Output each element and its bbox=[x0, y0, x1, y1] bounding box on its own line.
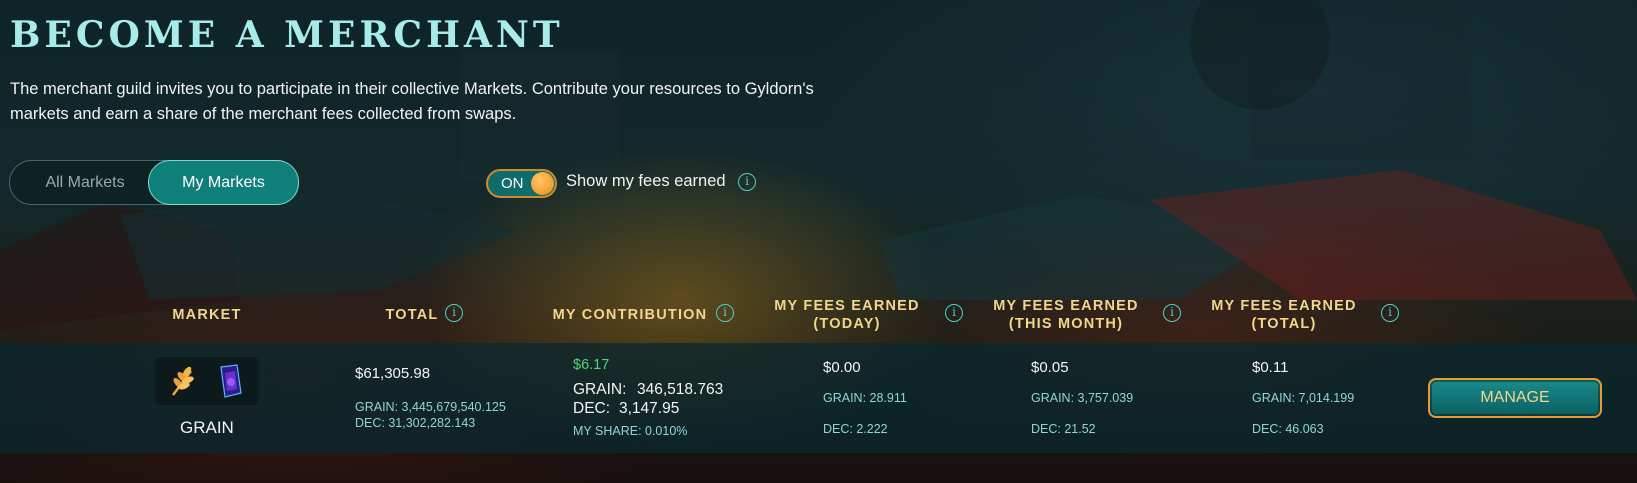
total-grain: GRAIN: 3,445,679,540.125 bbox=[355, 400, 506, 414]
fees-today-dec: DEC: 2.222 bbox=[823, 422, 888, 436]
tab-all-markets[interactable]: All Markets bbox=[10, 161, 160, 204]
info-icon[interactable]: i bbox=[1381, 304, 1399, 322]
my-share: MY SHARE: 0.010% bbox=[573, 424, 688, 438]
contribution-dec-label: DEC: bbox=[573, 400, 611, 417]
contribution-dec-row: DEC: 3,147.95 bbox=[573, 400, 743, 418]
dec-crystal-icon bbox=[220, 364, 242, 398]
info-icon[interactable]: i bbox=[716, 304, 734, 322]
page-title: BECOME A MERCHANT bbox=[10, 14, 564, 56]
intro-text: The merchant guild invites you to partic… bbox=[10, 80, 814, 123]
tab-my-markets[interactable]: My Markets bbox=[148, 160, 299, 205]
fees-total-dec: DEC: 46.063 bbox=[1252, 422, 1324, 436]
total-dec: DEC: 31,302,282.143 bbox=[355, 416, 476, 430]
market-icons bbox=[155, 357, 259, 405]
fees-total-grain: GRAIN: 7,014.199 bbox=[1252, 391, 1355, 405]
manage-button[interactable]: MANAGE bbox=[1428, 378, 1602, 418]
info-icon[interactable]: i bbox=[945, 304, 963, 322]
col-header-fees-today: MY FEES EARNED (TODAY) bbox=[774, 298, 920, 332]
fees-today-usd: $0.00 bbox=[823, 359, 861, 376]
contribution-grain-label: GRAIN: bbox=[573, 381, 627, 398]
col-header-contribution: MY CONTRIBUTION bbox=[552, 307, 708, 323]
fees-today-grain: GRAIN: 28.911 bbox=[823, 391, 907, 405]
info-icon[interactable]: i bbox=[445, 304, 463, 322]
info-icon[interactable]: i bbox=[1163, 304, 1181, 322]
fees-month-grain: GRAIN: 3,757.039 bbox=[1031, 391, 1134, 405]
total-usd: $61,305.98 bbox=[355, 365, 431, 382]
fees-month-usd: $0.05 bbox=[1031, 359, 1069, 376]
toggle-state-label: ON bbox=[501, 175, 524, 192]
wheat-icon bbox=[172, 366, 194, 396]
col-header-total: TOTAL bbox=[385, 307, 439, 323]
market-name: GRAIN bbox=[180, 418, 234, 437]
toggle-label: Show my fees earned bbox=[566, 172, 726, 190]
contribution-grain-row: GRAIN: 346,518.763 bbox=[573, 381, 743, 399]
col-header-fees-month: MY FEES EARNED (THIS MONTH) bbox=[993, 298, 1139, 332]
info-icon[interactable]: i bbox=[738, 173, 756, 191]
toggle-knob bbox=[531, 172, 554, 195]
contribution-grain-value: 346,518.763 bbox=[637, 381, 724, 398]
fees-total-usd: $0.11 bbox=[1252, 359, 1289, 376]
col-header-market: MARKET bbox=[172, 307, 242, 323]
contribution-dec-value: 3,147.95 bbox=[619, 400, 680, 417]
contribution-usd: $6.17 bbox=[573, 357, 610, 373]
fees-toggle[interactable]: ON bbox=[486, 169, 557, 198]
col-header-fees-total: MY FEES EARNED (TOTAL) bbox=[1211, 298, 1357, 332]
market-filter-tabs: All Markets My Markets bbox=[9, 160, 299, 205]
fees-month-dec: DEC: 21.52 bbox=[1031, 422, 1096, 436]
